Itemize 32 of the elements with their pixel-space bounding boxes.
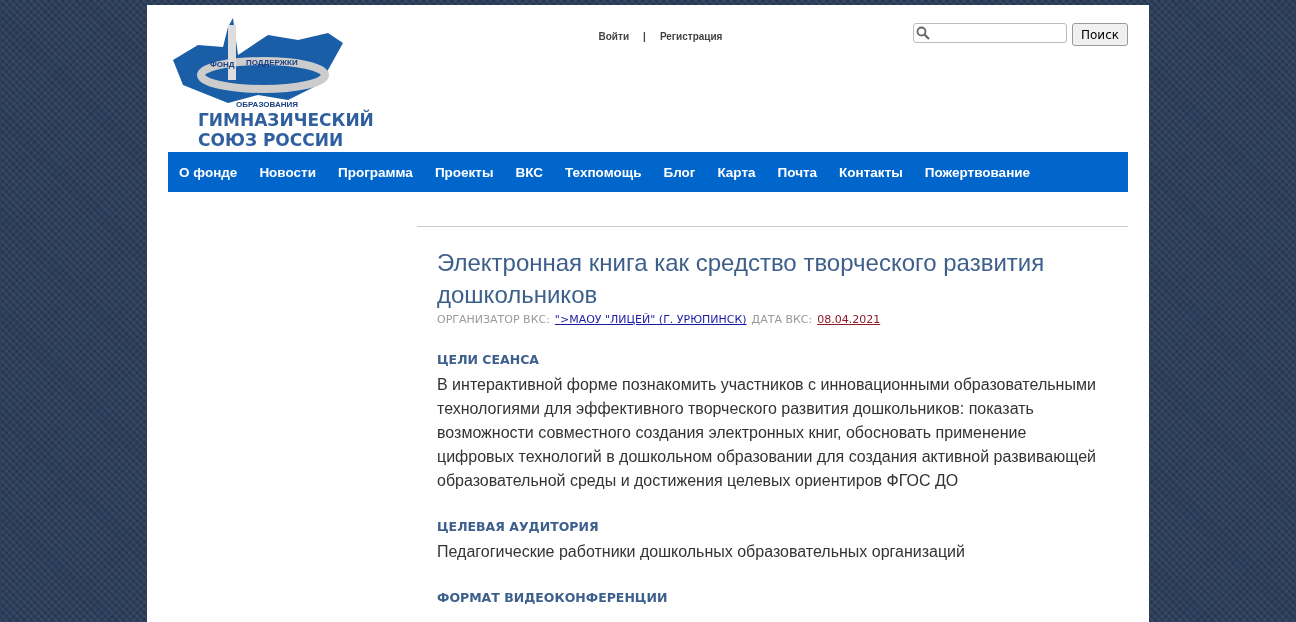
section-text: В интерактивной форме познакомить участников с инновационными образовательными технологиями для эффективного творческого развития дошкольников: показать возможности совместного создания электронных книг, обосновать применение цифровых технологий в дошкольном образовании для создания активной развивающей образовательной среды и достижения целевых ориентиров ФГОС ДО (437, 375, 1098, 491)
section-text: Педагогические работники дошкольных образовательных организаций (437, 542, 966, 562)
logo-title: ГИМНАЗИЧЕСКИЙ (198, 110, 374, 130)
nav-link[interactable]: Программа (338, 164, 413, 180)
section-heading: ЦЕЛЕВАЯ АУДИТОРИЯ (437, 519, 600, 534)
search-icon (916, 26, 930, 40)
logo-title: СОЮЗ РОССИИ (198, 130, 344, 150)
auth-link[interactable]: Регистрация (659, 31, 723, 45)
auth-link[interactable]: Войти (598, 31, 630, 45)
nav-link[interactable]: О фонде (179, 164, 238, 180)
nav-link[interactable]: Техпомощь (565, 164, 642, 180)
date-link[interactable]: 08.04.2021 (817, 313, 881, 326)
nav-link[interactable]: Карта (717, 164, 756, 180)
nav-link[interactable]: Проекты (434, 164, 494, 180)
nav-link[interactable]: Контакты (839, 164, 903, 180)
nav-link[interactable]: Пожертвование (924, 164, 1031, 180)
meta-label: ОРГАНИЗАТОР ВКС: (437, 313, 550, 326)
section-heading: ЦЕЛИ СЕАНСА (437, 352, 541, 367)
logo-word: ФОНД (210, 60, 235, 69)
organizer-link[interactable]: ">МАОУ "ЛИЦЕЙ" (Г. УРЮПИНСК) (554, 313, 747, 326)
article-title: Электронная книга как средство творческого развития дошкольников (437, 248, 1046, 310)
divider-text: | (643, 31, 646, 44)
meta-label: ДАТА ВКС: (751, 313, 813, 326)
nav-link[interactable]: Почта (777, 164, 818, 180)
logo-word: ПОДДЕРЖКИ (246, 58, 298, 67)
search-button[interactable]: Поиск (1072, 23, 1128, 46)
search-field[interactable] (913, 23, 1067, 43)
nav-link[interactable]: ВКС (515, 164, 544, 180)
section-heading: ФОРМАТ ВИДЕОКОНФЕРЕНЦИИ (437, 590, 669, 605)
nav-link[interactable]: Блог (663, 164, 696, 180)
logo-word: ОБРАЗОВАНИЯ (236, 100, 298, 109)
nav-link[interactable]: Новости (259, 164, 316, 180)
